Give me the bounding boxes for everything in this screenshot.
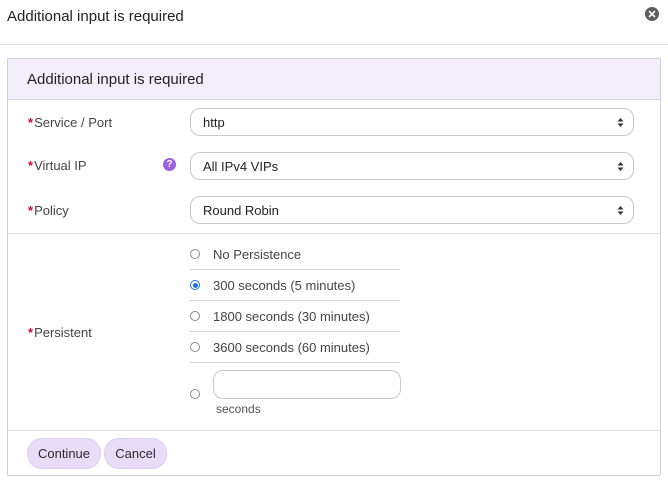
radio-custom-seconds[interactable] [190,389,200,399]
cancel-button[interactable]: Cancel [104,438,167,469]
option-divider [190,300,400,301]
virtual-ip-label: *Virtual IP [28,158,87,173]
radio-1800-seconds[interactable] [190,311,200,321]
form-panel: Additional input is required *Service / … [7,58,661,476]
option-divider [190,362,400,363]
radio-300-seconds[interactable] [190,280,200,290]
radio-label-no-persistence[interactable]: No Persistence [213,247,301,262]
policy-select[interactable]: Round Robin [190,196,634,224]
panel-header: Additional input is required [8,59,660,100]
select-arrows-icon [617,206,624,215]
dialog-titlebar: Additional input is required [0,0,668,45]
required-marker: * [28,325,34,340]
row-divider [8,430,660,431]
service-port-select[interactable]: http [190,108,634,136]
required-marker: * [28,115,34,130]
radio-label-300-seconds[interactable]: 300 seconds (5 minutes) [213,278,355,293]
panel-title: Additional input is required [27,71,204,88]
question-icon[interactable]: ? [163,158,176,171]
radio-label-3600-seconds[interactable]: 3600 seconds (60 minutes) [213,340,370,355]
required-marker: * [28,203,34,218]
select-arrows-icon [617,118,624,127]
radio-label-1800-seconds[interactable]: 1800 seconds (30 minutes) [213,309,370,324]
seconds-unit-label: seconds [216,402,261,416]
radio-3600-seconds[interactable] [190,342,200,352]
row-divider [8,233,660,234]
required-marker: * [28,158,34,173]
persistent-label: *Persistent [28,325,92,340]
select-arrows-icon [617,162,624,171]
dialog-title: Additional input is required [7,8,184,25]
option-divider [190,331,400,332]
custom-seconds-input[interactable] [213,370,401,399]
option-divider [190,269,400,270]
radio-no-persistence[interactable] [190,249,200,259]
virtual-ip-select[interactable]: All IPv4 VIPs [190,152,634,180]
continue-button[interactable]: Continue [27,438,101,469]
service-port-label: *Service / Port [28,115,113,130]
policy-label: *Policy [28,203,69,218]
close-icon[interactable] [645,7,659,21]
